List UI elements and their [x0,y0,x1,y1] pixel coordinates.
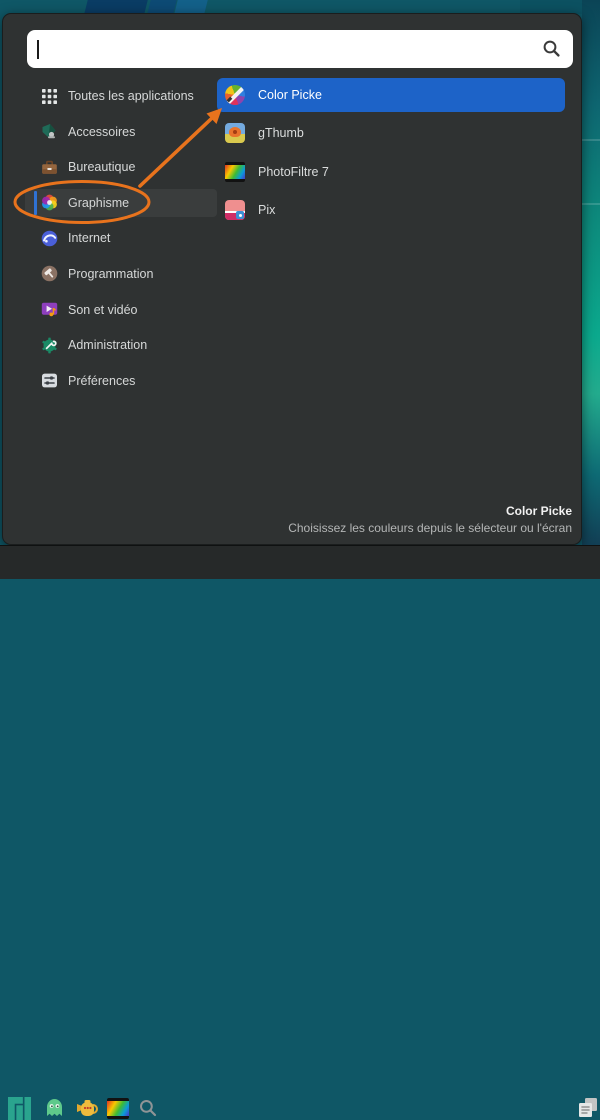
category-label: Internet [68,231,110,245]
category-label: Toutes les applications [68,89,194,103]
play-note-icon [41,301,58,318]
search-input[interactable] [27,30,573,68]
category-multimedia[interactable]: Son et vidéo [25,296,217,324]
graphics-icon [41,194,58,211]
search-icon [542,39,561,58]
application-list: Color Picke gThumb PhotoFiltre 7 Pix [217,78,565,232]
selected-app-description: Choisissez les couleurs depuis le sélect… [288,521,572,535]
category-development[interactable]: Programmation [25,260,217,288]
wallpaper-band [84,0,147,14]
wallpaper-band [520,0,582,14]
desktop-wallpaper-right [582,0,600,579]
category-label: Bureautique [68,160,135,174]
app-color-picker[interactable]: Color Picke [217,78,565,112]
wallpaper-streak [582,203,600,205]
photofiltre-icon [225,162,245,182]
grid-icon [41,88,58,105]
wallpaper-band [147,0,176,14]
briefcase-icon [41,159,58,176]
category-label: Préférences [68,374,135,388]
gthumb-icon [225,123,245,143]
sliders-icon [41,372,58,389]
wallpaper-streak [582,139,600,141]
teapot-app-icon[interactable] [75,1099,100,1117]
selected-app-title: Color Picke [288,504,572,518]
category-label: Accessoires [68,125,135,139]
category-list: Toutes les applications Accessoires Bure… [25,82,217,402]
manjaro-menu-button[interactable] [8,1097,31,1120]
category-label: Administration [68,338,147,352]
category-administration[interactable]: Administration [25,331,217,359]
app-label: gThumb [258,126,304,140]
category-label: Programmation [68,267,153,281]
gear-wrench-icon [41,337,58,354]
pix-icon [225,200,245,220]
category-label: Son et vidéo [68,303,138,317]
category-internet[interactable]: Internet [25,224,217,252]
category-graphics[interactable]: Graphisme [25,189,217,217]
app-label: Pix [258,203,275,217]
category-label: Graphisme [68,196,129,210]
app-photofiltre[interactable]: PhotoFiltre 7 [217,155,565,189]
app-label: Color Picke [258,88,322,102]
accessories-icon [41,123,58,140]
taskbar-search-icon[interactable] [139,1099,157,1117]
globe-icon [41,230,58,247]
photofiltre-taskbar-icon[interactable] [107,1098,129,1119]
selected-app-details: Color Picke Choisissez les couleurs depu… [288,504,572,535]
text-cursor [37,40,39,59]
app-pix[interactable]: Pix [217,193,565,227]
hammer-icon [41,265,58,282]
color-picker-icon [225,85,245,105]
category-all-applications[interactable]: Toutes les applications [25,82,217,110]
taskbar [0,545,600,579]
app-gthumb[interactable]: gThumb [217,116,565,150]
wallpaper-band [174,0,207,14]
clipboard-indicator-icon[interactable] [578,1097,598,1118]
category-accessories[interactable]: Accessoires [25,118,217,146]
category-settings[interactable]: Préférences [25,367,217,395]
ghost-app-icon[interactable] [46,1098,63,1117]
app-label: PhotoFiltre 7 [258,165,329,179]
category-office[interactable]: Bureautique [25,153,217,181]
application-menu-panel: Toutes les applications Accessoires Bure… [2,13,582,545]
camera-badge-icon [236,211,244,219]
